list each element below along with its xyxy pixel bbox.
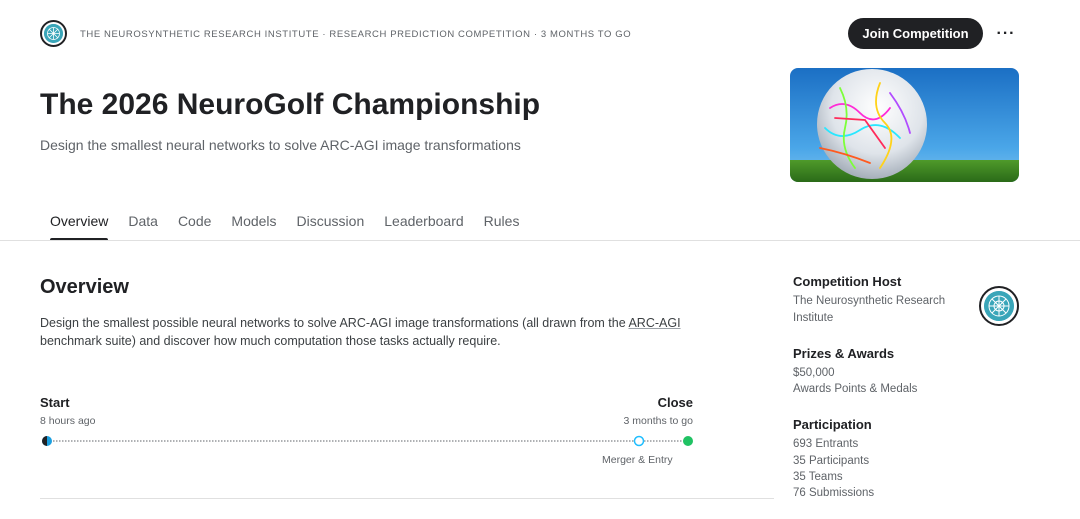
overview-text-part-1: Design the smallest possible neural netw… — [40, 316, 629, 330]
competition-timeline — [40, 434, 696, 448]
prizes-heading: Prizes & Awards — [793, 346, 895, 361]
tab-models[interactable]: Models — [221, 213, 286, 241]
arc-agi-link[interactable]: ARC-AGI — [628, 316, 680, 330]
neural-sphere-icon — [44, 24, 63, 43]
tab-code[interactable]: Code — [168, 213, 221, 241]
tab-leaderboard[interactable]: Leaderboard — [374, 213, 473, 241]
prize-extra: Awards Points & Medals — [793, 383, 918, 395]
timeline-start-time: 8 hours ago — [40, 415, 96, 427]
timeline-start-marker-half — [42, 436, 47, 446]
tab-divider — [0, 240, 1080, 241]
competition-host-heading: Competition Host — [793, 274, 902, 289]
prize-amount: $50,000 — [793, 367, 835, 379]
tab-data[interactable]: Data — [118, 213, 168, 241]
timeline-close-label: Close — [657, 395, 693, 410]
tab-overview[interactable]: Overview — [40, 213, 118, 241]
host-logo-small[interactable] — [40, 20, 67, 47]
overview-heading: Overview — [40, 276, 129, 298]
participants-count: 35 Participants — [793, 455, 870, 467]
timeline-close-marker — [683, 436, 693, 446]
join-competition-button[interactable]: Join Competition — [848, 18, 983, 49]
more-options-button[interactable]: ··· — [992, 20, 1020, 48]
submissions-count: 76 Submissions — [793, 487, 875, 499]
tab-bar: Overview Data Code Models Discussion Lea… — [40, 213, 529, 241]
timeline-start-label: Start — [40, 395, 70, 410]
timeline-merger-label: Merger & Entry — [602, 454, 673, 466]
page-subtitle: Design the smallest neural networks to s… — [40, 137, 521, 153]
tab-discussion[interactable]: Discussion — [287, 213, 375, 241]
participation-heading: Participation — [793, 417, 872, 432]
page-title: The 2026 NeuroGolf Championship — [40, 88, 541, 121]
timeline-close-time: 3 months to go — [623, 415, 693, 427]
neural-sphere-icon — [984, 291, 1014, 321]
breadcrumb: THE NEUROSYNTHETIC RESEARCH INSTITUTE · … — [80, 29, 632, 40]
tab-rules[interactable]: Rules — [474, 213, 530, 241]
section-divider — [40, 498, 774, 499]
overview-description: Design the smallest possible neural netw… — [40, 314, 700, 350]
entrants-count: 693 Entrants — [793, 438, 859, 450]
teams-count: 35 Teams — [793, 471, 843, 483]
overview-text-part-2: benchmark suite) and discover how much c… — [40, 334, 501, 348]
timeline-merger-marker — [633, 435, 645, 447]
host-logo-large[interactable] — [979, 286, 1019, 326]
competition-host-name[interactable]: The Neurosynthetic Research Institute — [793, 293, 963, 326]
neon-golf-ball-image — [790, 68, 1019, 182]
